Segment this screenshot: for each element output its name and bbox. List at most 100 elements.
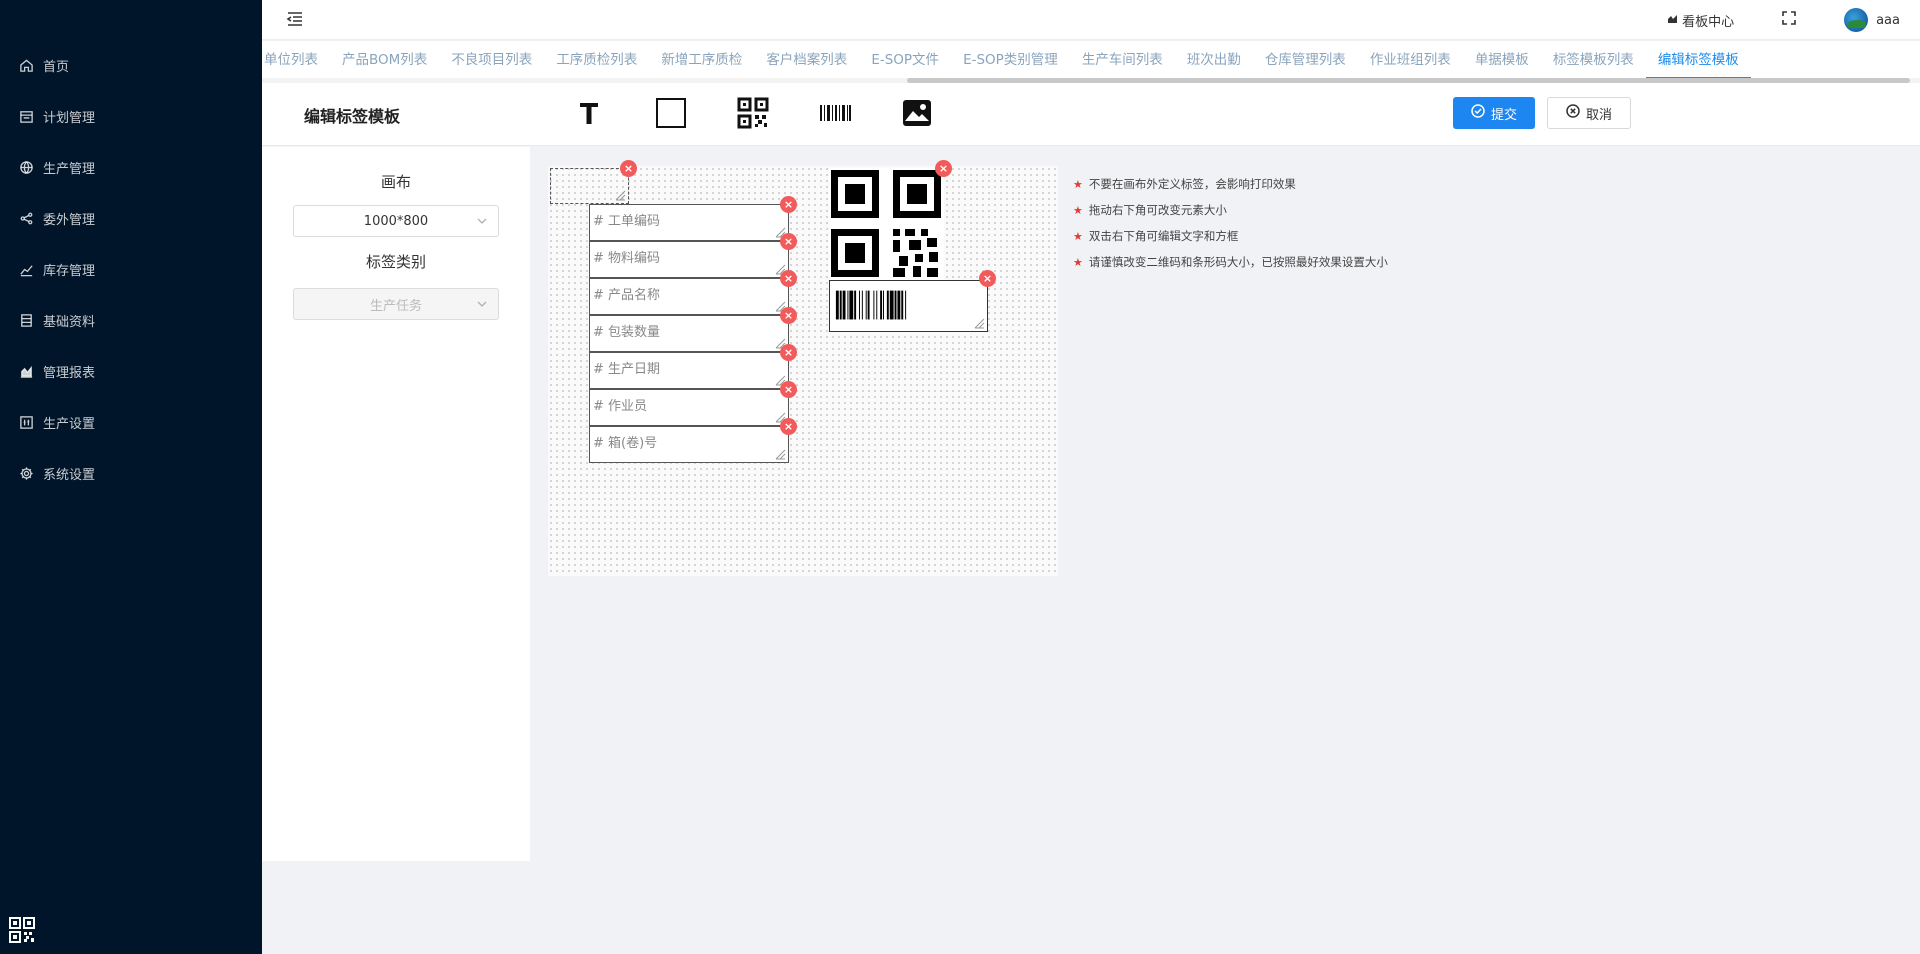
- sidebar-item-label: 管理报表: [43, 365, 96, 381]
- delete-element-button[interactable]: ×: [780, 196, 797, 213]
- delete-element-button[interactable]: ×: [979, 270, 996, 287]
- sidebar-item-label: 库存管理: [43, 263, 96, 279]
- submit-button[interactable]: 提交: [1453, 97, 1535, 129]
- tab-edit-label-template[interactable]: 编辑标签模板: [1645, 41, 1751, 79]
- delete-element-button[interactable]: ×: [780, 418, 797, 435]
- add-box-tool[interactable]: [653, 97, 689, 133]
- field-text: # 生产日期: [593, 362, 661, 377]
- resize-handle[interactable]: [615, 190, 626, 201]
- tab-add-process-qc[interactable]: 新增工序质检: [649, 41, 754, 79]
- tab-list: 单位列表 产品BOM列表 不良项目列表 工序质检列表 新增工序质检 客户档案列表…: [262, 41, 1751, 79]
- tab-label-template-list[interactable]: 标签模板列表: [1541, 41, 1646, 79]
- field-box-work-order[interactable]: # 工单编码: [589, 204, 789, 241]
- cancel-button[interactable]: 取消: [1547, 97, 1631, 129]
- field-box-operator[interactable]: # 作业员: [589, 389, 789, 426]
- qrcode-element[interactable]: [829, 168, 944, 280]
- editor-toolbar: 编辑标签模板 提交 取消: [262, 83, 1920, 146]
- hint-item: ★ 请谨慎改变二维码和条形码大小，已按照最好效果设置大小: [1073, 249, 1388, 275]
- field-box-material-code[interactable]: # 物料编码: [589, 241, 789, 278]
- logo-area: [0, 0, 262, 40]
- delete-element-button[interactable]: ×: [780, 381, 797, 398]
- tab-team-list[interactable]: 作业班组列表: [1358, 41, 1463, 79]
- star-icon: ★: [1073, 229, 1083, 243]
- field-box-pack-qty[interactable]: # 包装数量: [589, 315, 789, 352]
- top-header: 看板中心 aaa: [262, 0, 1920, 40]
- hint-text: 双击右下角可编辑文字和方框: [1088, 229, 1239, 243]
- barcode-graphic: [835, 290, 907, 320]
- sidebar-item-plan[interactable]: 计划管理: [0, 92, 262, 140]
- hint-list: ★ 不要在画布外定义标签，会影响打印效果 ★ 拖动右下角可改变元素大小 ★ 双击右下角…: [1073, 171, 1388, 275]
- add-qrcode-tool[interactable]: [735, 97, 771, 133]
- menu-collapse-icon[interactable]: [286, 10, 306, 30]
- canvas-empty-box[interactable]: [550, 168, 629, 204]
- tab-unit-list[interactable]: 单位列表: [262, 41, 330, 79]
- sidebar-item-production[interactable]: 生产管理: [0, 143, 262, 191]
- hint-item: ★ 拖动右下角可改变元素大小: [1073, 197, 1388, 223]
- resize-handle[interactable]: [974, 318, 985, 329]
- tab-bom-list[interactable]: 产品BOM列表: [330, 41, 439, 79]
- tab-process-qc-list[interactable]: 工序质检列表: [544, 41, 649, 79]
- home-icon: [18, 57, 34, 73]
- square-icon: [654, 96, 688, 134]
- delete-element-button[interactable]: ×: [780, 270, 797, 287]
- hint-text: 拖动右下角可改变元素大小: [1088, 203, 1227, 217]
- field-text: # 作业员: [593, 399, 648, 414]
- qr-code-icon[interactable]: [8, 916, 38, 946]
- add-image-tool[interactable]: [899, 97, 935, 133]
- tab-shift-attendance[interactable]: 班次出勤: [1175, 41, 1253, 79]
- sidebar-item-home[interactable]: 首页: [0, 41, 262, 89]
- username: aaa: [1876, 12, 1900, 28]
- sidebar-item-outsource[interactable]: 委外管理: [0, 194, 262, 242]
- resize-handle[interactable]: [775, 449, 786, 460]
- delete-element-button[interactable]: ×: [780, 344, 797, 361]
- field-box-box-no[interactable]: # 箱(卷)号: [589, 426, 789, 463]
- tab-defect-list[interactable]: 不良项目列表: [439, 41, 544, 79]
- sidebar-item-label: 计划管理: [43, 110, 96, 126]
- label-canvas[interactable]: × # 工单编码 × # 物料编码 × # 产品名称 × # 包装数量 × # …: [548, 160, 1058, 576]
- category-select[interactable]: 生产任务: [293, 288, 499, 320]
- sidebar: 首页 计划管理 生产管理 委外管理 库存管理 基础资料 管理报表 生产设置 系统…: [0, 0, 262, 954]
- sidebar-item-label: 基础资料: [43, 314, 96, 330]
- hint-text: 请谨慎改变二维码和条形码大小，已按照最好效果设置大小: [1088, 255, 1388, 269]
- field-text: # 包装数量: [593, 325, 661, 340]
- delete-element-button[interactable]: ×: [620, 160, 637, 177]
- delete-element-button[interactable]: ×: [780, 233, 797, 250]
- user-menu[interactable]: aaa: [1844, 8, 1900, 32]
- tab-warehouse-list[interactable]: 仓库管理列表: [1253, 41, 1358, 79]
- add-text-tool[interactable]: [571, 97, 607, 133]
- fullscreen-icon[interactable]: [1782, 11, 1796, 29]
- tab-esop-file[interactable]: E-SOP文件: [859, 41, 951, 79]
- sidebar-item-basic-data[interactable]: 基础资料: [0, 296, 262, 344]
- canvas-size-select[interactable]: 1000*800: [293, 205, 499, 237]
- tab-customer-list[interactable]: 客户档案列表: [754, 41, 859, 79]
- field-box-prod-date[interactable]: # 生产日期: [589, 352, 789, 389]
- share-icon: [18, 210, 34, 226]
- sidebar-item-prod-settings[interactable]: 生产设置: [0, 398, 262, 446]
- sidebar-item-inventory[interactable]: 库存管理: [0, 245, 262, 293]
- field-text: # 箱(卷)号: [593, 436, 658, 451]
- tab-workshop-list[interactable]: 生产车间列表: [1070, 41, 1175, 79]
- globe-icon: [18, 159, 34, 175]
- delete-element-button[interactable]: ×: [935, 160, 952, 177]
- sidebar-item-system-settings[interactable]: 系统设置: [0, 449, 262, 497]
- chart-icon: [1666, 12, 1679, 29]
- barcode-element[interactable]: [829, 280, 988, 332]
- qrcode-icon: [736, 96, 770, 134]
- avatar: [1844, 8, 1869, 32]
- kanban-center-link[interactable]: 看板中心: [1666, 11, 1734, 30]
- tab-document-template[interactable]: 单据模板: [1463, 41, 1541, 79]
- calendar-icon: [18, 108, 34, 124]
- delete-element-button[interactable]: ×: [780, 307, 797, 324]
- sidebar-item-reports[interactable]: 管理报表: [0, 347, 262, 395]
- tab-esop-category[interactable]: E-SOP类别管理: [951, 41, 1070, 79]
- sidebar-item-label: 首页: [43, 59, 70, 75]
- field-text: # 产品名称: [593, 288, 661, 303]
- add-barcode-tool[interactable]: [817, 97, 853, 133]
- canvas-size-value: 1000*800: [363, 213, 429, 229]
- field-box-product-name[interactable]: # 产品名称: [589, 278, 789, 315]
- kanban-label: 看板中心: [1682, 14, 1735, 30]
- list-icon: [18, 312, 34, 328]
- qrcode-graphic: [831, 170, 941, 277]
- gear-icon: [18, 465, 34, 481]
- submit-label: 提交: [1490, 107, 1517, 123]
